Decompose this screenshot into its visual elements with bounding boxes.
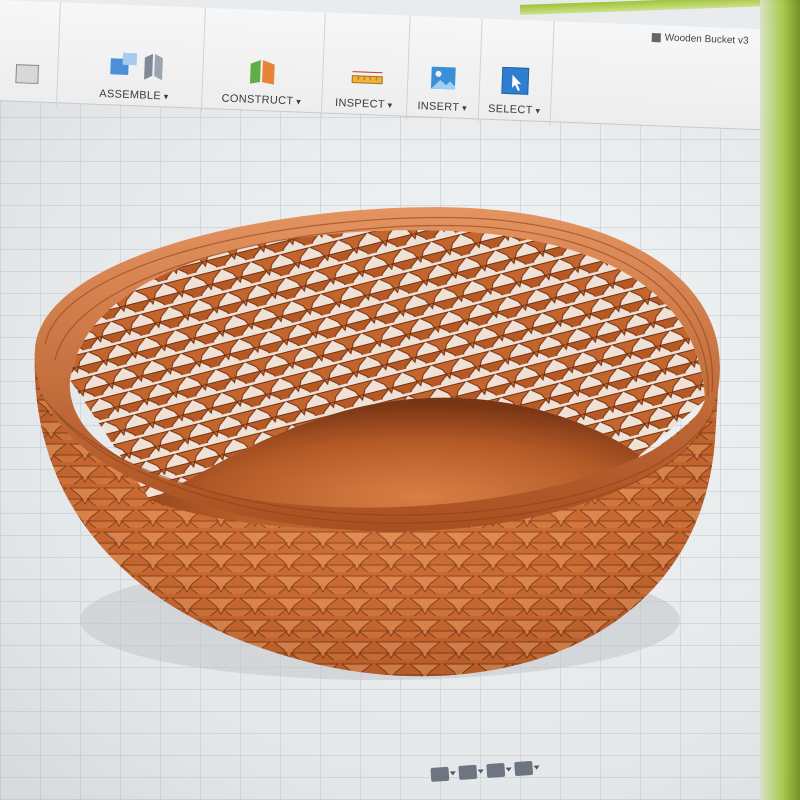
monitor-bezel-right <box>760 0 800 800</box>
model-viewport[interactable] <box>0 0 800 800</box>
grid-settings-icon[interactable] <box>486 762 506 779</box>
viewports-icon[interactable] <box>514 760 534 777</box>
screen: ASSEMBLE CONSTRUCT <box>0 0 800 800</box>
display-settings-icon[interactable] <box>458 764 478 780</box>
orbit-icon[interactable] <box>430 766 450 782</box>
